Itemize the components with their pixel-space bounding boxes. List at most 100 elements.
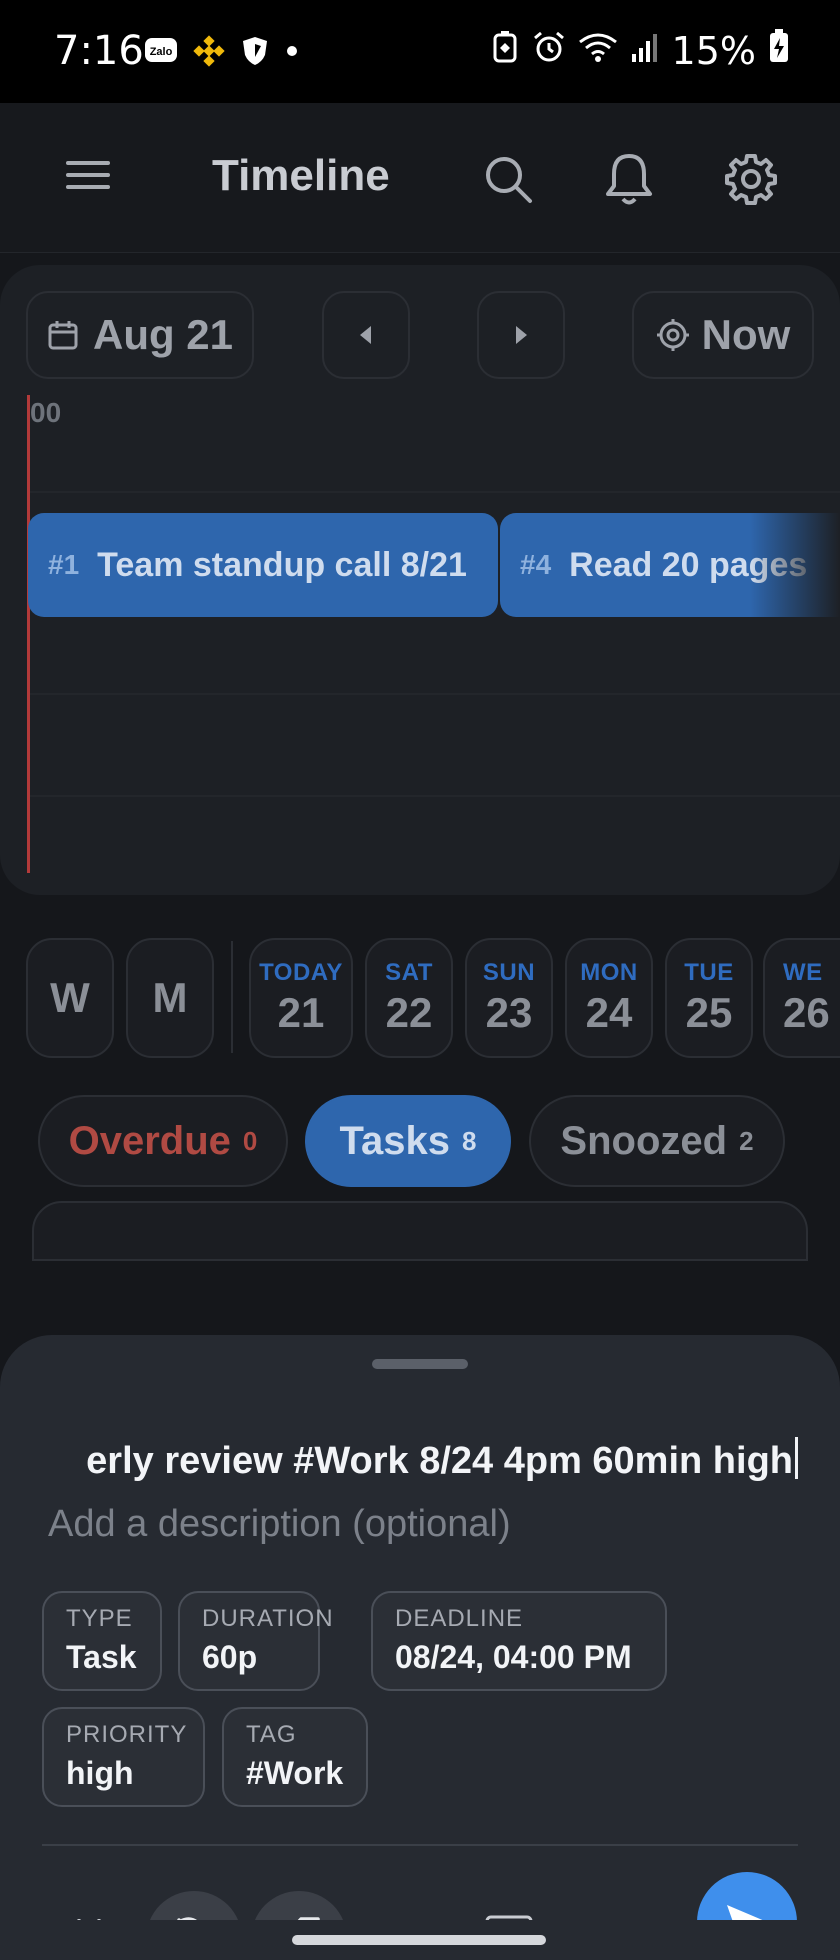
svg-text:Zalo: Zalo (150, 46, 173, 58)
app-header: Timeline (0, 103, 840, 253)
timeline-task-block[interactable]: #1 Team standup call 8/21 (28, 513, 498, 617)
task-title-input[interactable]: erly review #Work 8/24 4pm 60min high (46, 1429, 798, 1491)
page-title: Timeline (212, 151, 390, 200)
week-label: W (50, 974, 90, 1021)
deadline-label: DEADLINE (395, 1605, 524, 1632)
grid-line (30, 795, 840, 797)
current-time-indicator (27, 395, 30, 873)
search-button[interactable] (480, 151, 536, 207)
prev-day-button[interactable] (322, 291, 410, 379)
settings-button[interactable] (723, 151, 779, 207)
fade-overlay (750, 513, 840, 617)
filter-snoozed[interactable]: Snoozed 2 (529, 1095, 785, 1187)
now-button[interactable]: Now (632, 291, 814, 379)
hamburger-icon (66, 161, 110, 189)
target-icon (656, 319, 689, 351)
week-view-button[interactable]: W (26, 938, 114, 1058)
timeline-task-block[interactable]: #4 Read 20 pages (500, 513, 840, 617)
task-list-card (32, 1201, 808, 1261)
type-chip[interactable]: TYPE Task (42, 1591, 162, 1691)
day-number: 23 (485, 989, 533, 1036)
date-picker-button[interactable]: Aug 21 (26, 291, 254, 379)
day-sat[interactable]: SAT 22 (365, 938, 453, 1058)
tag-label: TAG (246, 1721, 297, 1748)
filter-tasks[interactable]: Tasks 8 (305, 1095, 511, 1187)
snoozed-label: Snoozed (560, 1118, 728, 1163)
priority-value: high (66, 1755, 134, 1791)
battery-charging-icon (768, 28, 790, 73)
tasks-count: 8 (461, 1125, 477, 1156)
deadline-value: 08/24, 04:00 PM (395, 1639, 632, 1675)
day-name: SUN (482, 959, 536, 986)
day-wed[interactable]: WE 26 (763, 938, 840, 1058)
duration-label: DURATION (202, 1605, 334, 1632)
hour-label: 00 (30, 397, 62, 428)
day-name: TUE (684, 959, 734, 986)
navigation-bar (0, 1920, 840, 1960)
task-number: #1 (48, 549, 80, 580)
day-sun[interactable]: SUN 23 (465, 938, 553, 1058)
signal-icon (630, 29, 660, 73)
status-right: 15% (490, 28, 790, 73)
divider (231, 941, 233, 1053)
notification-icons: Zalo (144, 34, 300, 68)
status-time: 7:16 (54, 28, 144, 74)
day-today[interactable]: TODAY 21 (249, 938, 353, 1058)
bell-icon (606, 154, 652, 205)
task-number: #4 (520, 549, 552, 580)
description-input[interactable]: Add a description (optional) (48, 1503, 511, 1546)
chevron-right-icon (516, 326, 527, 344)
priority-label: PRIORITY (66, 1721, 188, 1748)
tasks-label: Tasks (339, 1118, 450, 1163)
month-label: M (152, 974, 188, 1021)
day-number: 21 (277, 989, 325, 1036)
zalo-icon: Zalo (144, 34, 178, 68)
duration-value: 60p (202, 1639, 258, 1675)
home-indicator[interactable] (292, 1935, 546, 1945)
grid-line (30, 693, 840, 695)
day-name: TODAY (259, 959, 343, 986)
task-title-value: erly review #Work 8/24 4pm 60min high (86, 1440, 793, 1482)
day-number: 22 (385, 989, 433, 1036)
binance-icon (192, 34, 226, 68)
notifications-button[interactable] (601, 151, 657, 207)
day-name: MON (580, 959, 638, 986)
chevron-left-icon (360, 326, 371, 344)
task-title: Team standup call 8/21 (97, 545, 467, 584)
app-root: Timeline Aug 21 Now 00 #1 Team standup c… (0, 103, 840, 1960)
battery-percent: 15% (671, 28, 756, 73)
battery-saver-icon (490, 29, 520, 73)
vpn-shield-icon (240, 34, 270, 68)
dot-icon (284, 34, 300, 68)
text-cursor (795, 1437, 798, 1479)
gear-icon (725, 154, 777, 205)
overdue-label: Overdue (68, 1118, 231, 1163)
day-mon[interactable]: MON 24 (565, 938, 653, 1058)
search-icon (486, 157, 532, 203)
month-view-button[interactable]: M (126, 938, 214, 1058)
next-day-button[interactable] (477, 291, 565, 379)
day-number: 26 (783, 989, 830, 1036)
alarm-icon (532, 29, 566, 73)
current-date: Aug 21 (92, 311, 234, 358)
filter-overdue[interactable]: Overdue 0 (38, 1095, 288, 1187)
day-number: 24 (585, 989, 633, 1036)
day-number: 25 (685, 989, 733, 1036)
status-bar: 7:16 Zalo 15% (0, 0, 840, 103)
tag-chip[interactable]: TAG #Work (222, 1707, 368, 1807)
now-label: Now (701, 311, 791, 358)
deadline-chip[interactable]: DEADLINE 08/24, 04:00 PM (371, 1591, 667, 1691)
menu-button[interactable] (66, 159, 110, 196)
duration-chip[interactable]: DURATION 60p (178, 1591, 334, 1691)
divider (42, 1844, 798, 1846)
new-task-sheet: erly review #Work 8/24 4pm 60min high Ad… (0, 1335, 840, 1960)
wifi-icon (578, 29, 618, 73)
type-label: TYPE (66, 1605, 133, 1632)
calendar-icon (48, 321, 78, 350)
day-tue[interactable]: TUE 25 (665, 938, 753, 1058)
type-value: Task (66, 1639, 137, 1675)
drag-handle[interactable] (372, 1359, 468, 1369)
priority-chip[interactable]: PRIORITY high (42, 1707, 205, 1807)
tag-value: #Work (246, 1755, 344, 1791)
timeline-panel: Aug 21 Now 00 #1 Team standup call 8/21 … (0, 265, 840, 895)
